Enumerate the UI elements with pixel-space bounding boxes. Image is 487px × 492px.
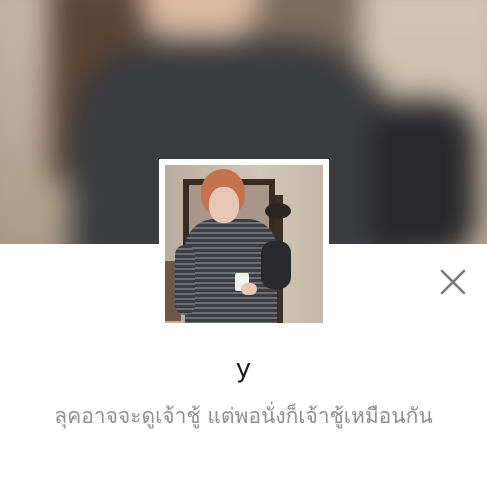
status-message: ลุคอาจจะดูเจ้าชู้ แต่พอนั่งก็เจ้าชู้เหมื… [54, 404, 433, 428]
avatar-image [165, 165, 323, 323]
profile-screen: y ลุคอาจจะดูเจ้าชู้ แต่พอนั่งก็เจ้าชู้เห… [0, 0, 487, 492]
close-icon [440, 269, 466, 295]
profile-picture[interactable] [159, 159, 329, 329]
close-button[interactable] [434, 263, 472, 301]
profile-name: y [235, 354, 252, 384]
